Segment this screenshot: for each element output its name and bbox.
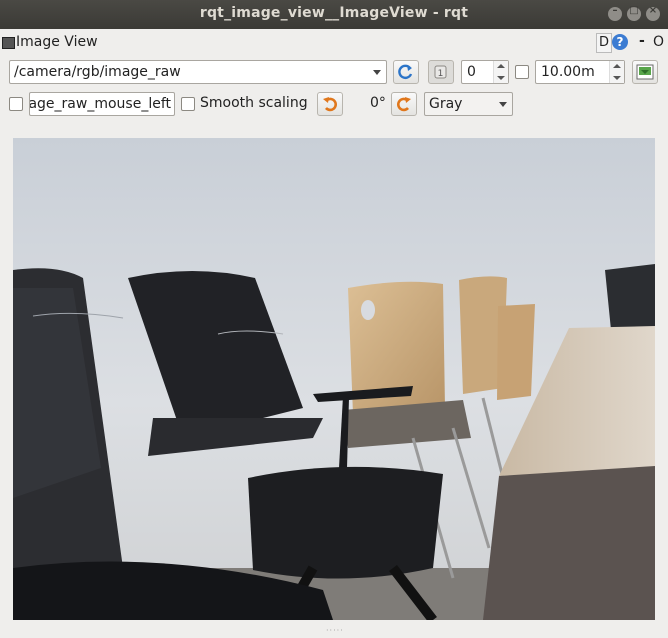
dock-close-button[interactable]: O [653, 34, 664, 50]
colormap-select-value: Gray [429, 96, 463, 112]
save-image-button[interactable] [632, 60, 658, 84]
smooth-scaling-label: Smooth scaling [200, 95, 308, 111]
mouse-topic-input[interactable]: age_raw_mouse_left [29, 92, 175, 116]
refresh-button[interactable] [393, 60, 419, 84]
dock-title: Image View [16, 34, 98, 50]
window-icon [2, 37, 15, 49]
minimize-button[interactable]: – [608, 5, 622, 21]
colormap-select[interactable]: Gray [424, 92, 513, 116]
arrow-down-icon [497, 76, 505, 80]
chevron-down-icon [373, 70, 381, 75]
timeout-checkbox[interactable] [515, 65, 529, 79]
timeout-spinbox-value: 10.00m [541, 64, 595, 80]
publish-click-checkbox[interactable] [9, 97, 23, 111]
svg-text:1: 1 [438, 69, 444, 79]
mouse-topic-value: age_raw_mouse_left [29, 96, 171, 112]
zoom-original-icon: 1 [434, 65, 447, 79]
window-titlebar: rqt_image_view__ImageView - rqt – □ × [0, 0, 668, 29]
rotate-ccw-icon [323, 97, 337, 112]
number-spinbox[interactable]: 0 [461, 60, 509, 84]
timeout-spinbox[interactable]: 10.00m [535, 60, 625, 84]
rotation-label: 0° [370, 95, 386, 111]
maximize-button[interactable]: □ [627, 5, 641, 21]
save-image-icon [636, 64, 654, 80]
arrow-up-icon [497, 64, 505, 68]
help-icon[interactable]: ? [612, 34, 628, 50]
window-title: rqt_image_view__ImageView - rqt [199, 5, 469, 21]
dock-minimize-button[interactable]: - [639, 33, 645, 49]
dock-config-button[interactable]: D [596, 33, 612, 53]
topic-select-value: /camera/rgb/image_raw [14, 64, 181, 80]
number-spinbox-value: 0 [467, 64, 476, 80]
arrow-down-icon [613, 76, 621, 80]
close-button[interactable]: × [646, 5, 660, 21]
refresh-icon [398, 64, 413, 80]
image-viewport[interactable] [13, 138, 655, 620]
topic-select[interactable]: /camera/rgb/image_raw [9, 60, 387, 84]
camera-image [13, 138, 655, 620]
splitter-handle[interactable]: ····· [326, 626, 344, 635]
arrow-up-icon [613, 64, 621, 68]
rotate-left-button[interactable] [317, 92, 343, 116]
zoom-1-button[interactable]: 1 [428, 60, 454, 84]
dock-titlebar: Image View D ? - O [0, 32, 668, 54]
rotate-cw-icon [397, 97, 411, 112]
spinbox-arrows[interactable] [493, 61, 508, 83]
timeout-spinbox-arrows[interactable] [609, 61, 624, 83]
rotate-right-button[interactable] [391, 92, 417, 116]
chevron-down-icon [499, 102, 507, 107]
smooth-scaling-checkbox[interactable] [181, 97, 195, 111]
